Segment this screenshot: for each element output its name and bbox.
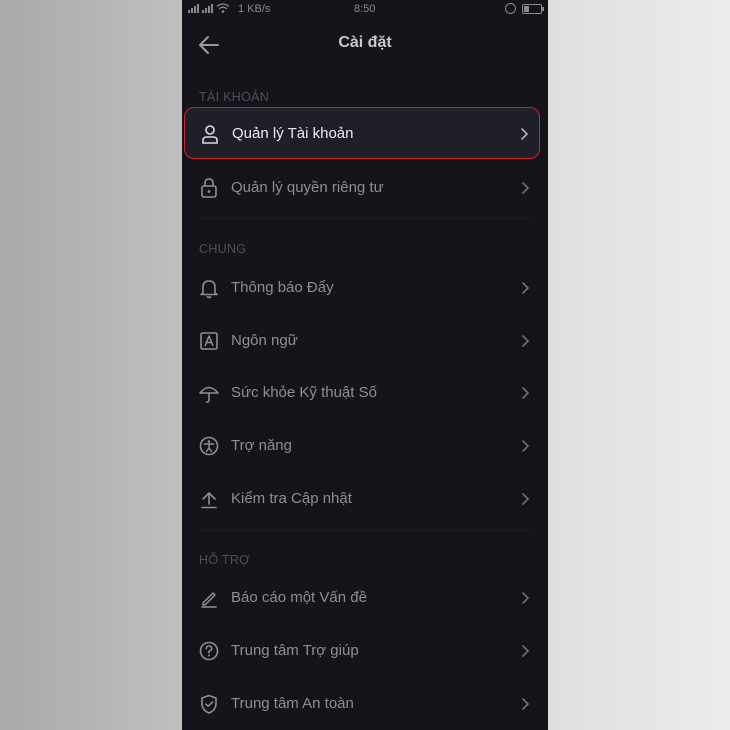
settings-item-accessibility[interactable]: Trợ năng — [182, 420, 548, 472]
settings-item-label: Trợ năng — [231, 437, 292, 454]
chevron-right-icon — [522, 493, 529, 505]
clock: 8:50 — [354, 3, 376, 15]
chevron-right-icon — [522, 387, 529, 399]
bell-icon — [200, 280, 218, 299]
settings-item-digital-wellbeing[interactable]: Sức khỏe Kỹ thuật Số — [182, 367, 548, 419]
help-icon — [199, 641, 219, 661]
settings-item-label: Thông báo Đẩy — [231, 279, 334, 296]
phone-screen: 1 KB/s 8:50 Cài đặt TÀI KHOẢN Quản lý Tà… — [182, 0, 548, 730]
person-icon — [202, 125, 218, 144]
chevron-right-icon — [522, 182, 529, 194]
chevron-right-icon — [521, 128, 528, 140]
wifi-icon — [216, 3, 230, 13]
settings-item-label: Kiểm tra Cập nhật — [231, 490, 352, 507]
section-divider — [199, 218, 531, 219]
section-divider — [199, 530, 531, 531]
upload-icon — [201, 492, 217, 509]
settings-item-label: Ngôn ngữ — [231, 332, 298, 349]
umbrella-icon — [199, 386, 219, 403]
settings-item-help-center[interactable]: Trung tâm Trợ giúp — [182, 625, 548, 677]
chevron-right-icon — [522, 645, 529, 657]
chevron-right-icon — [522, 440, 529, 452]
page-title: Cài đặt — [338, 34, 392, 51]
chevron-right-icon — [522, 282, 529, 294]
chevron-right-icon — [522, 698, 529, 710]
settings-item-label: Trung tâm An toàn — [231, 695, 354, 712]
section-label-support: HỖ TRỢ — [199, 553, 251, 567]
settings-item-language[interactable]: Ngôn ngữ — [182, 315, 548, 367]
settings-item-manage-account[interactable]: Quản lý Tài khoản — [184, 107, 540, 159]
chevron-right-icon — [522, 592, 529, 604]
header: Cài đặt — [182, 24, 548, 64]
settings-item-label: Báo cáo một Vấn đề — [231, 589, 367, 606]
accessibility-icon — [199, 436, 219, 456]
signal-icon — [188, 3, 230, 13]
settings-item-label: Quản lý quyền riêng tư — [231, 179, 384, 196]
shield-icon — [201, 694, 217, 714]
section-label-account: TÀI KHOẢN — [199, 90, 270, 104]
settings-item-label: Quản lý Tài khoản — [232, 125, 354, 142]
battery-icon — [522, 3, 544, 14]
settings-item-label: Sức khỏe Kỹ thuật Số — [231, 384, 377, 401]
settings-item-label: Trung tâm Trợ giúp — [231, 642, 359, 659]
lock-icon — [201, 178, 217, 198]
settings-item-privacy[interactable]: Quản lý quyền riêng tư — [182, 162, 548, 214]
status-bar: 1 KB/s 8:50 — [182, 0, 548, 18]
language-icon — [200, 332, 218, 350]
network-speed: 1 KB/s — [238, 3, 271, 15]
settings-item-push-notifications[interactable]: Thông báo Đẩy — [182, 262, 548, 314]
do-not-disturb-icon — [505, 3, 516, 14]
section-label-general: CHUNG — [199, 242, 247, 256]
chevron-right-icon — [522, 335, 529, 347]
settings-item-check-update[interactable]: Kiểm tra Cập nhật — [182, 473, 548, 525]
pencil-icon — [201, 592, 217, 608]
settings-item-report-problem[interactable]: Báo cáo một Vấn đề — [182, 572, 548, 624]
settings-item-safety-center[interactable]: Trung tâm An toàn — [182, 678, 548, 730]
